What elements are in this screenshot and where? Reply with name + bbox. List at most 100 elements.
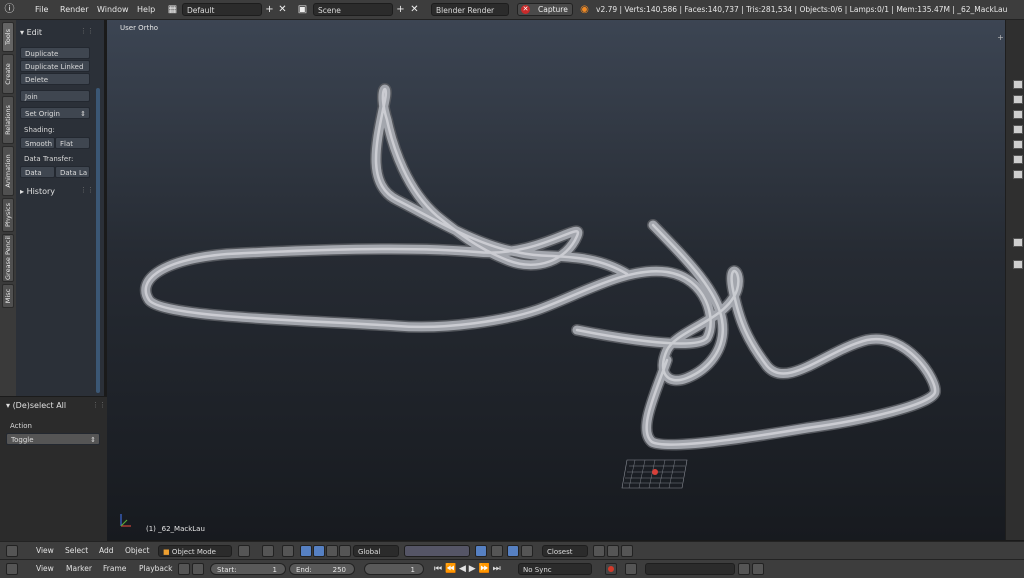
tab-misc[interactable]: Misc (2, 284, 14, 308)
menu-render[interactable]: Render (60, 0, 88, 19)
data-layout-button[interactable]: Data La (55, 166, 90, 178)
3d-view-header: View Select Add Object ■ Object Mode Glo… (0, 541, 1024, 560)
menu-view[interactable]: View (36, 542, 54, 560)
current-frame-field[interactable]: 1 (364, 563, 424, 575)
dropdown-arrows-icon: ⇕ (80, 110, 86, 118)
layout-icon[interactable]: ▦ (166, 3, 179, 16)
object-icon[interactable] (1013, 170, 1023, 179)
close-scene-icon[interactable]: ✕ (408, 3, 421, 16)
delete-keyframe-icon[interactable] (752, 563, 764, 575)
object-icon[interactable] (1013, 125, 1023, 134)
lock-camera-icon[interactable] (475, 545, 487, 557)
object-icon[interactable] (1013, 80, 1023, 89)
sync-dropdown[interactable]: No Sync (518, 563, 592, 575)
manipulator-icon[interactable] (282, 545, 294, 557)
drag-grip-icon[interactable]: ⋮⋮ (92, 401, 106, 409)
properties-toggle-icon[interactable]: + (994, 31, 1005, 44)
3d-viewport[interactable]: User Ortho (1) _62_MackLau + (107, 20, 1005, 540)
object-icon[interactable] (1013, 95, 1023, 104)
shading-label: Shading: (24, 126, 55, 134)
timeline-header: View Marker Frame Playback Start: 1 End: 2… (0, 559, 1024, 578)
history-panel-header[interactable]: ▸ History (20, 187, 55, 196)
auto-keying-icon[interactable] (178, 563, 190, 575)
tab-animation[interactable]: Animation (2, 146, 14, 196)
stop-icon: ✕ (521, 5, 530, 14)
snap-element-icon[interactable] (521, 545, 533, 557)
add-scene-icon[interactable]: + (394, 3, 407, 16)
layout-dropdown[interactable]: Default (182, 3, 262, 16)
insert-keyframe-icon[interactable] (738, 563, 750, 575)
menu-window[interactable]: Window (97, 0, 129, 19)
menu-select[interactable]: Select (65, 542, 88, 560)
pivot-point-icon[interactable] (262, 545, 274, 557)
delete-button[interactable]: Delete (20, 73, 90, 85)
data-button[interactable]: Data (20, 166, 55, 178)
tab-grease-pencil[interactable]: Grease Pencil (2, 234, 14, 282)
object-icon[interactable] (1013, 110, 1023, 119)
roller-coaster-track-model[interactable] (107, 20, 1005, 540)
snap-target-dropdown[interactable]: Closest (542, 545, 588, 557)
scale-icon[interactable] (326, 545, 338, 557)
action-dropdown[interactable]: Toggle ⇕ (6, 433, 100, 445)
rotate-icon[interactable] (313, 545, 325, 557)
edit-panel-header[interactable]: ▾ Edit (20, 28, 42, 37)
editor-type-icon[interactable] (6, 545, 18, 557)
opengl-render-icon[interactable] (593, 545, 605, 557)
render-engine-dropdown[interactable]: Blender Render (431, 3, 509, 16)
scene-dropdown[interactable]: Scene (313, 3, 393, 16)
menu-object[interactable]: Object (125, 542, 149, 560)
orientation-dropdown[interactable]: Global (353, 545, 399, 557)
keying-set-field[interactable] (645, 563, 735, 575)
tab-physics[interactable]: Physics (2, 198, 14, 232)
add-layout-icon[interactable]: + (263, 3, 276, 16)
menu-marker[interactable]: Marker (66, 560, 92, 578)
object-icon[interactable] (1013, 238, 1023, 247)
menu-frame[interactable]: Frame (103, 560, 126, 578)
render-icon[interactable] (621, 545, 633, 557)
playback-controls[interactable]: ⏮ ⏪ ◀ ▶ ⏩ ⏭ (434, 560, 501, 578)
drag-grip-icon[interactable]: ⋮⋮ (80, 186, 94, 194)
end-frame-field[interactable]: End: 250 (289, 563, 355, 575)
capture-label: Capture (538, 5, 568, 14)
tab-relations[interactable]: Relations (2, 96, 14, 144)
layer-buttons[interactable] (404, 545, 470, 557)
duplicate-button[interactable]: Duplicate (20, 47, 90, 59)
snap-icon[interactable] (507, 545, 519, 557)
tool-shelf: ▾ Edit ⋮⋮ Duplicate Duplicate Linked Del… (16, 20, 104, 396)
object-icon[interactable] (1013, 140, 1023, 149)
lamp-object[interactable] (621, 459, 688, 489)
record-icon[interactable] (605, 563, 617, 575)
duplicate-linked-button[interactable]: Duplicate Linked (20, 60, 90, 72)
capture-button[interactable]: ✕ Capture (517, 3, 573, 16)
menu-add[interactable]: Add (99, 542, 114, 560)
set-origin-dropdown[interactable]: Set Origin ⇕ (20, 107, 90, 119)
operator-title[interactable]: ▾ (De)select All (6, 401, 66, 410)
mode-dropdown[interactable]: ■ Object Mode (158, 545, 232, 557)
drag-grip-icon[interactable]: ⋮⋮ (80, 27, 94, 35)
smooth-button[interactable]: Smooth (20, 137, 55, 149)
keying-set-icon[interactable] (625, 563, 637, 575)
tool-shelf-scrollbar[interactable] (96, 88, 100, 393)
menu-file[interactable]: File (35, 0, 48, 19)
flat-button[interactable]: Flat (55, 137, 90, 149)
timeline-menu-view[interactable]: View (36, 560, 54, 578)
viewport-shading-icon[interactable] (238, 545, 250, 557)
menu-playback[interactable]: Playback (139, 560, 172, 578)
lock-icon[interactable] (192, 563, 204, 575)
object-icon[interactable] (1013, 155, 1023, 164)
join-button[interactable]: Join (20, 90, 90, 102)
close-layout-icon[interactable]: ✕ (276, 3, 289, 16)
scene-icon[interactable]: ▣ (296, 3, 309, 16)
object-icon[interactable] (1013, 260, 1023, 269)
opengl-animation-icon[interactable] (607, 545, 619, 557)
editor-type-icon[interactable] (6, 563, 18, 575)
start-frame-field[interactable]: Start: 1 (210, 563, 286, 575)
proportional-edit-icon[interactable] (491, 545, 503, 557)
tab-tools[interactable]: Tools (2, 22, 14, 52)
tab-create[interactable]: Create (2, 54, 14, 94)
editor-type-icon[interactable]: ⓘ (3, 3, 16, 16)
transform-icon[interactable] (339, 545, 351, 557)
translate-icon[interactable] (300, 545, 312, 557)
menu-help[interactable]: Help (137, 0, 155, 19)
blender-logo-icon: ◉ (580, 4, 589, 15)
